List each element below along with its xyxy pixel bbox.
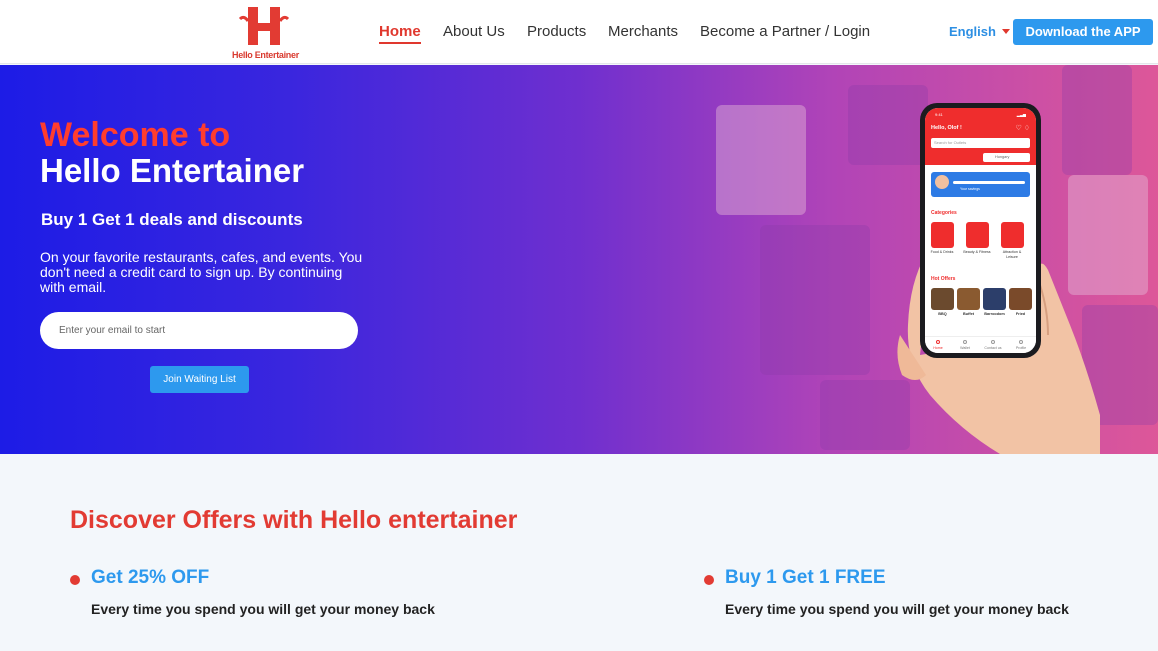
background-photo [1062,65,1132,175]
savings-label: Your savings [960,187,980,191]
savings-progress [953,181,1025,184]
brand-logo[interactable]: Hello Entertainer [232,5,299,61]
wallet-icon [963,340,967,344]
app-tab-profile: Profile [1015,346,1027,350]
category-label: Attraction & Leisure [1002,250,1022,259]
nav-products[interactable]: Products [527,23,586,40]
download-app-button[interactable]: Download the APP [1013,19,1153,45]
top-header: Hello Entertainer Home About Us Products… [0,0,1158,64]
nav-home[interactable]: Home [379,23,421,44]
background-photo [716,105,806,215]
bullet-dot-icon [70,575,80,585]
hero-banner: Welcome to Hello Entertainer Buy 1 Get 1… [0,65,1158,454]
app-categories-title: Categories [931,210,957,216]
app-greeting: Hello, Olof ! [931,125,962,131]
logo-text: Hello Entertainer [232,50,299,60]
offer-label: Fried [1015,312,1026,316]
offer-thumbnail [983,288,1006,310]
nav-merchants[interactable]: Merchants [608,23,678,40]
nav-partner-login[interactable]: Become a Partner / Login [700,23,870,40]
language-selector[interactable]: English [949,24,1010,39]
app-tab-home: Home [933,346,943,350]
offer-thumbnail [957,288,980,310]
bullet-dot-icon [704,575,714,585]
hero-title-welcome: Welcome to [40,116,231,154]
category-label: Food & Drinks [930,250,954,254]
app-tab-wallet: Wallet [960,346,970,350]
offer-description: Every time you spend you will get your m… [91,601,435,617]
hero-title-brand: Hello Entertainer [40,152,305,189]
app-hot-offers-title: Hot Offers [931,276,956,282]
language-label: English [949,24,996,39]
offer-label: BBQ [938,312,947,316]
offer-title: Get 25% OFF [91,567,210,588]
offer-label: Barroodom [984,312,1005,316]
hero-subtitle: Buy 1 Get 1 deals and discounts [41,210,303,229]
offer-thumbnail [931,288,954,310]
app-country-select: Hungary [983,153,1030,162]
app-header: 9:41 ▂▃▅ Hello, Olof ! ♡ ♢ Search for Ou… [925,108,1036,165]
nav-about-us[interactable]: About Us [443,23,505,40]
offer-description: Every time you spend you will get your m… [725,601,1069,617]
offer-thumbnail [1009,288,1032,310]
app-search-input: Search for Outlets [931,138,1030,148]
app-tab-bar: Home Wallet Contact us Profile [925,336,1036,353]
hero-description: On your favorite restaurants, cafes, and… [40,249,363,295]
caret-down-icon [1001,29,1010,34]
logo-mark-icon [238,7,290,45]
email-input[interactable] [40,312,358,349]
heart-bell-icon: ♡ ♢ [1015,125,1031,132]
app-tab-contact: Contact us [984,346,1002,350]
category-tile [1001,222,1024,248]
app-savings-card: Your savings [931,172,1030,197]
category-tile [966,222,989,248]
offer-title: Buy 1 Get 1 FREE [725,567,886,588]
offers-section-title: Discover Offers with Hello entertainer [70,506,518,534]
home-icon [936,340,940,344]
phone-mockup: 9:41 ▂▃▅ Hello, Olof ! ♡ ♢ Search for Ou… [920,103,1041,358]
category-label: Beauty & Fitness [963,250,991,254]
contact-icon [991,340,995,344]
background-photo [848,85,928,165]
avatar [935,175,949,189]
offer-label: Buffet [963,312,974,316]
category-tile [931,222,954,248]
profile-icon [1019,340,1023,344]
signal-icon: ▂▃▅ [1016,112,1026,117]
phone-screen: 9:41 ▂▃▅ Hello, Olof ! ♡ ♢ Search for Ou… [925,108,1036,353]
status-time: 9:41 [935,112,943,117]
join-waiting-list-button[interactable]: Join Waiting List [150,366,249,393]
background-photo [760,225,870,375]
